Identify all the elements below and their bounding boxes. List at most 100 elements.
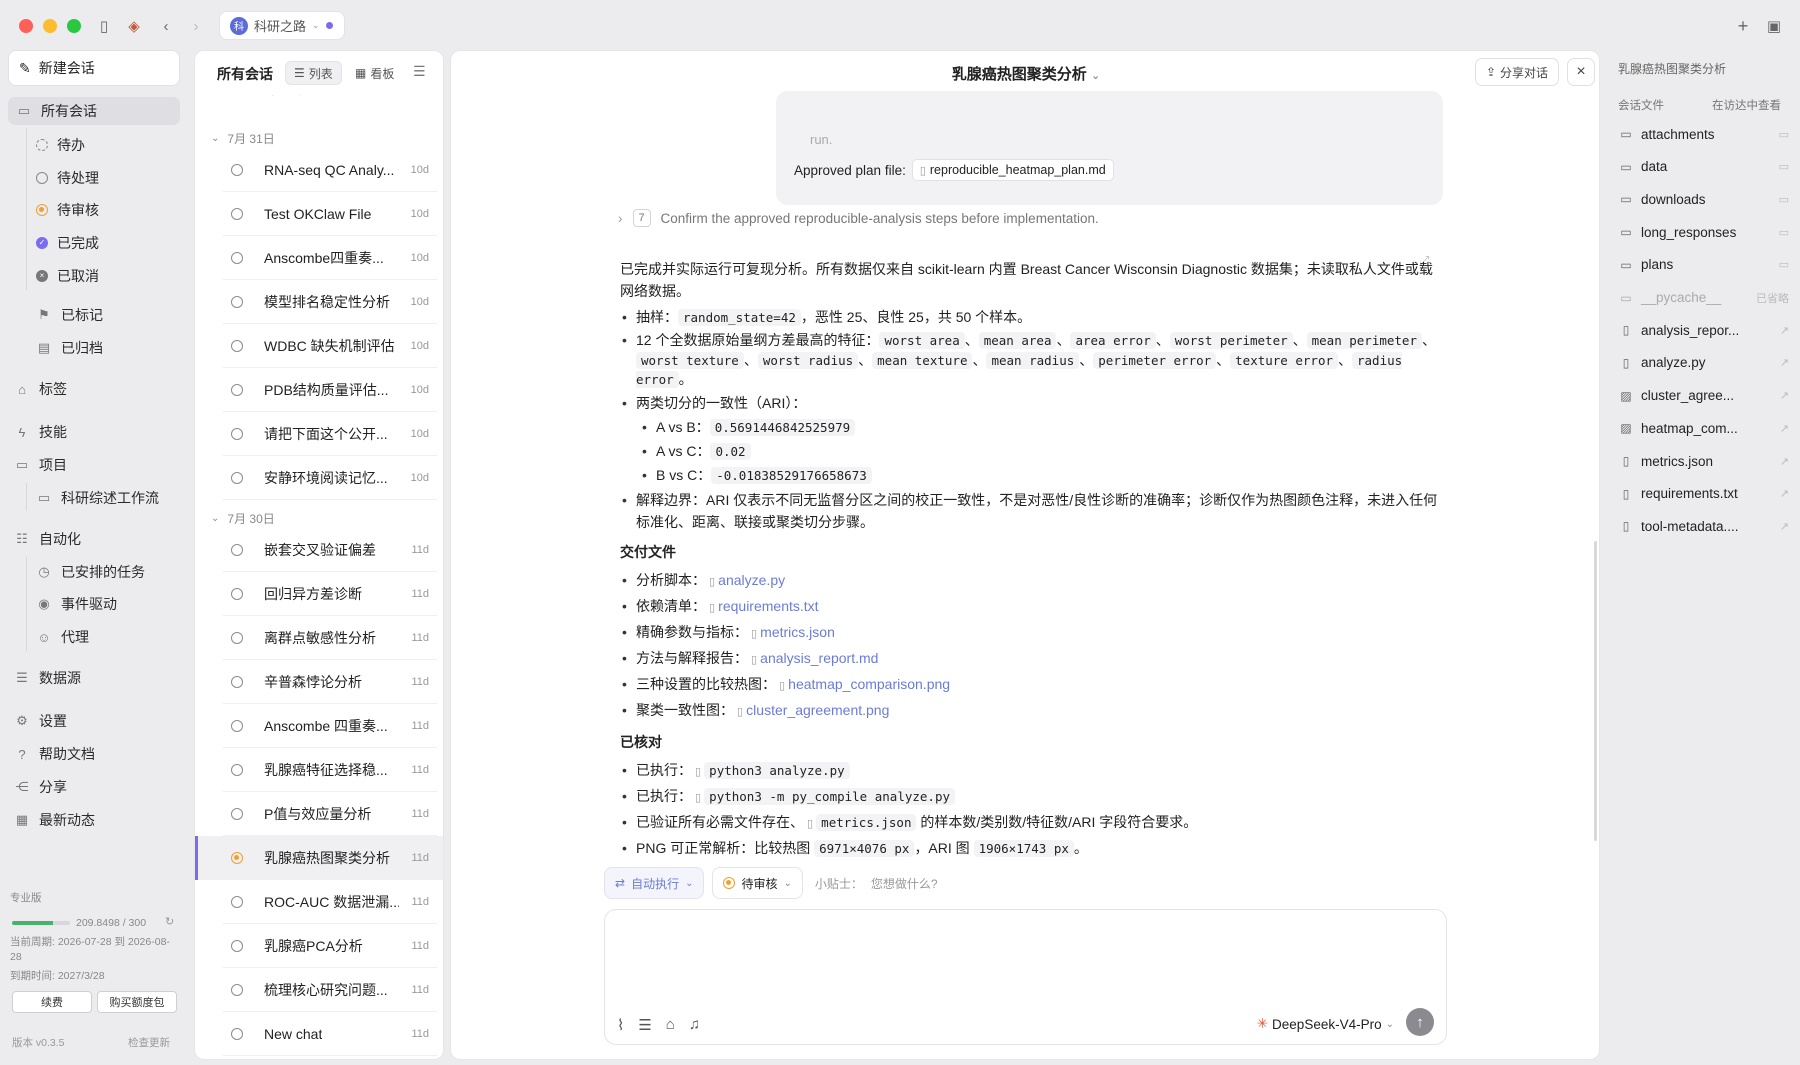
new-chat-button[interactable]: ✎ 新建会话 <box>8 50 180 86</box>
conversation-item[interactable]: 安静环境阅读记忆... 10d <box>195 456 443 500</box>
sidebar-item-archived[interactable]: ▤ 已归档 <box>36 334 103 362</box>
file-item[interactable]: ▯ requirements.txt ↗ <box>1619 480 1789 508</box>
file-item[interactable]: ▯ tool-metadata.... ↗ <box>1619 512 1789 540</box>
database-icon[interactable]: ☰ <box>638 1016 651 1034</box>
deliverable-file-link[interactable]: metrics.json <box>760 624 835 640</box>
external-link-icon[interactable]: ↗ <box>1780 324 1789 337</box>
sidebar-item-news[interactable]: ▦ 最新动态 <box>14 806 95 834</box>
file-item[interactable]: ▯ metrics.json ↗ <box>1619 447 1789 475</box>
approved-plan-file-chip[interactable]: ▯ reproducible_heatmap_plan.md <box>911 159 1114 181</box>
conversation-item[interactable]: ROC-AUC 数据泄漏... 11d <box>195 880 443 924</box>
minimize-window-button[interactable] <box>43 19 57 33</box>
refresh-icon[interactable]: ↻ <box>165 915 174 928</box>
conversation-item[interactable]: P值与效应量分析 11d <box>195 792 443 836</box>
sidebar-item-flagged[interactable]: ⚑ 已标记 <box>36 301 103 329</box>
sidebar-item-projects[interactable]: ▭ 项目 <box>14 451 67 479</box>
buy-quota-button[interactable]: 购买额度包 <box>97 991 177 1013</box>
conversation-item[interactable]: WDBC 缺失机制评估 10d <box>195 324 443 368</box>
conversation-item[interactable]: New chat 11d <box>195 1012 443 1056</box>
deliverable-file-link[interactable]: analyze.py <box>718 572 785 588</box>
conversation-item[interactable]: 请把下面这个公开... 10d <box>195 412 443 456</box>
conversation-item[interactable]: 乳腺癌PCA分析 11d <box>195 924 443 968</box>
workspace-switcher[interactable]: 科 科研之路 ⌄ <box>219 11 345 40</box>
right-panel-toggle-icon[interactable]: ▣ <box>1762 14 1786 38</box>
file-item[interactable]: ▯ analyze.py ↗ <box>1619 349 1789 377</box>
conversation-item[interactable]: 模型排名稳定性分析 10d <box>195 280 443 324</box>
sidebar-item-pending[interactable]: 待处理 <box>36 164 99 192</box>
sidebar-item-event-driven[interactable]: ◉ 事件驱动 <box>36 590 117 618</box>
share-chat-button[interactable]: ⇪ 分享对话 <box>1475 58 1559 86</box>
date-group-header[interactable]: ⌄ 7月 30日 <box>211 510 275 527</box>
open-in-finder-link[interactable]: 在访达中查看 <box>1712 97 1781 113</box>
back-icon[interactable]: ‹ <box>154 14 178 38</box>
conversation-item[interactable]: 嵌套交叉验证偏差 11d <box>195 528 443 572</box>
open-folder-icon[interactable]: ▭ <box>1779 258 1789 271</box>
view-list-toggle[interactable]: ☰ 列表 <box>285 61 342 85</box>
sidebar-item-todo[interactable]: 待办 <box>36 131 85 159</box>
model-selector[interactable]: ✳ DeepSeek-V4-Pro ⌄ <box>1257 1016 1394 1032</box>
send-button[interactable]: ↑ <box>1406 1008 1434 1036</box>
microphone-icon[interactable]: ♫ <box>689 1016 700 1034</box>
folder-item[interactable]: ▭ attachments ▭ <box>1619 120 1789 148</box>
sidebar-item-datasource[interactable]: ☰ 数据源 <box>14 664 81 692</box>
sidebar-item-project-workflow[interactable]: ▭ 科研综述工作流 <box>36 484 159 512</box>
review-status-dropdown[interactable]: 待审核 ⌄ <box>712 867 803 899</box>
open-folder-icon[interactable]: ▭ <box>1779 193 1789 206</box>
sidebar-item-agent[interactable]: ☺ 代理 <box>36 623 89 651</box>
plan-step[interactable]: › 7 Confirm the approved reproducible-an… <box>618 209 1099 227</box>
file-item[interactable]: ▯ analysis_repor... ↗ <box>1619 316 1789 344</box>
sidebar-item-scheduled[interactable]: ◷ 已安排的任务 <box>36 558 145 586</box>
folder-item[interactable]: ▭ downloads ▭ <box>1619 185 1789 213</box>
sidebar-item-all-chats[interactable]: ▭ 所有会话 <box>8 97 180 125</box>
sidebar-item-done[interactable]: ✓ 已完成 <box>36 229 99 257</box>
file-item[interactable]: ▨ heatmap_com... ↗ <box>1619 414 1789 442</box>
external-link-icon[interactable]: ↗ <box>1780 389 1789 402</box>
folder-item[interactable]: ▭ __pycache__ 已省略 <box>1619 284 1789 312</box>
sidebar-item-share[interactable]: ⋲ 分享 <box>14 773 68 801</box>
conversation-item[interactable]: RNA-seq QC Analy... 10d <box>195 148 443 192</box>
check-update-link[interactable]: 检查更新 <box>128 1035 170 1050</box>
close-window-button[interactable] <box>19 19 33 33</box>
view-board-toggle[interactable]: ▦ 看板 <box>347 61 402 85</box>
external-link-icon[interactable]: ↗ <box>1780 520 1789 533</box>
folder-item[interactable]: ▭ plans ▭ <box>1619 251 1789 279</box>
close-icon[interactable]: × <box>1567 58 1595 86</box>
deliverable-file-link[interactable]: heatmap_comparison.png <box>788 676 950 692</box>
external-link-icon[interactable]: ↗ <box>1780 487 1789 500</box>
conversation-item[interactable]: Anscombe 四重奏... 11d <box>195 704 443 748</box>
auto-exec-dropdown[interactable]: ⇄ 自动执行 ⌄ <box>604 867 705 899</box>
paperclip-icon[interactable]: ⌇ <box>617 1016 624 1034</box>
external-link-icon[interactable]: ↗ <box>1780 356 1789 369</box>
plus-icon[interactable]: + <box>1731 14 1755 38</box>
deliverable-file-link[interactable]: analysis_report.md <box>760 650 878 666</box>
deliverable-file-link[interactable]: requirements.txt <box>718 598 818 614</box>
forward-icon[interactable]: › <box>184 14 208 38</box>
message-input[interactable] <box>619 922 1429 986</box>
sidebar-item-automation[interactable]: ☷ 自动化 <box>14 525 81 553</box>
sidebar-item-help[interactable]: ? 帮助文档 <box>14 740 95 768</box>
external-link-icon[interactable]: ↗ <box>1780 422 1789 435</box>
file-item[interactable]: ▨ cluster_agree... ↗ <box>1619 382 1789 410</box>
external-link-icon[interactable]: ↗ <box>1780 455 1789 468</box>
scrollbar[interactable] <box>1594 541 1597 841</box>
conversation-item[interactable]: 梳理核心研究问题... 11d <box>195 968 443 1012</box>
home-icon[interactable]: ⌂ <box>666 1016 675 1034</box>
conversation-item[interactable]: 乳腺癌热图聚类分析 11d <box>195 836 443 880</box>
sidebar-toggle-icon[interactable]: ▯ <box>92 14 116 38</box>
date-group-header[interactable]: ⌄ 7月 31日 <box>211 130 275 147</box>
folder-item[interactable]: ▭ data ▭ <box>1619 153 1789 181</box>
conversation-item[interactable]: 乳腺癌特征选择稳... 11d <box>195 748 443 792</box>
folder-item[interactable]: ▭ long_responses ▭ <box>1619 218 1789 246</box>
conversation-item[interactable]: 辛普森悖论分析 11d <box>195 660 443 704</box>
conversation-item[interactable]: Anscombe四重奏... 10d <box>195 236 443 280</box>
sidebar-item-settings[interactable]: ⚙ 设置 <box>14 707 67 735</box>
sidebar-item-skills[interactable]: ϟ 技能 <box>14 418 67 446</box>
open-folder-icon[interactable]: ▭ <box>1779 160 1789 173</box>
conversation-item[interactable]: PDB结构质量评估... 10d <box>195 368 443 412</box>
zoom-window-button[interactable] <box>67 19 81 33</box>
open-folder-icon[interactable]: ▭ <box>1779 226 1789 239</box>
deliverable-file-link[interactable]: cluster_agreement.png <box>746 702 889 718</box>
renew-button[interactable]: 续费 <box>12 991 92 1013</box>
open-folder-icon[interactable]: ▭ <box>1779 128 1789 141</box>
sidebar-item-tags[interactable]: ⌂ 标签 <box>14 375 67 403</box>
